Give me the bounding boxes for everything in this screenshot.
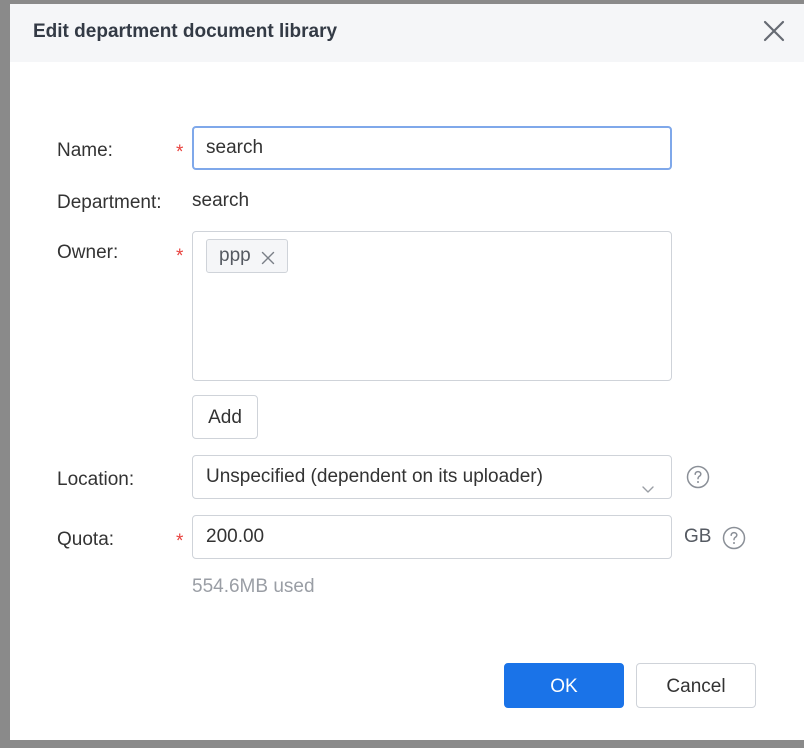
owner-required-mark: * bbox=[176, 246, 184, 267]
name-required-mark: * bbox=[176, 142, 184, 163]
location-selected-value: Unspecified (dependent on its uploader) bbox=[206, 466, 543, 487]
close-icon[interactable] bbox=[261, 249, 275, 265]
owner-select-box[interactable]: ppp bbox=[192, 231, 672, 381]
dialog-header: Edit department document library bbox=[10, 4, 804, 62]
add-owner-button[interactable]: Add bbox=[192, 395, 258, 439]
department-label: Department: bbox=[57, 192, 162, 213]
dialog-title: Edit department document library bbox=[33, 21, 338, 42]
owner-label: Owner: bbox=[57, 242, 119, 263]
quota-label: Quota: bbox=[57, 529, 115, 550]
location-select[interactable]: Unspecified (dependent on its uploader) bbox=[192, 455, 672, 499]
question-circle-icon[interactable] bbox=[722, 526, 746, 550]
quota-usage-hint: 554.6MB used bbox=[192, 576, 315, 597]
chevron-down-icon bbox=[641, 470, 655, 493]
owner-tag-label: ppp bbox=[219, 245, 251, 266]
quota-input[interactable]: 200.00 bbox=[192, 515, 672, 559]
department-value: search bbox=[192, 190, 250, 211]
owner-tag: ppp bbox=[206, 239, 288, 273]
name-label: Name: bbox=[57, 140, 113, 161]
quota-unit: GB bbox=[684, 526, 712, 547]
quota-required-mark: * bbox=[176, 531, 184, 552]
cancel-button[interactable]: Cancel bbox=[636, 663, 756, 708]
ok-button[interactable]: OK bbox=[504, 663, 624, 708]
location-label: Location: bbox=[57, 469, 135, 490]
edit-library-dialog: Edit department document library Name: *… bbox=[10, 4, 804, 740]
question-circle-icon[interactable] bbox=[686, 465, 710, 489]
name-input[interactable]: search bbox=[192, 126, 672, 170]
close-icon[interactable] bbox=[762, 19, 786, 43]
